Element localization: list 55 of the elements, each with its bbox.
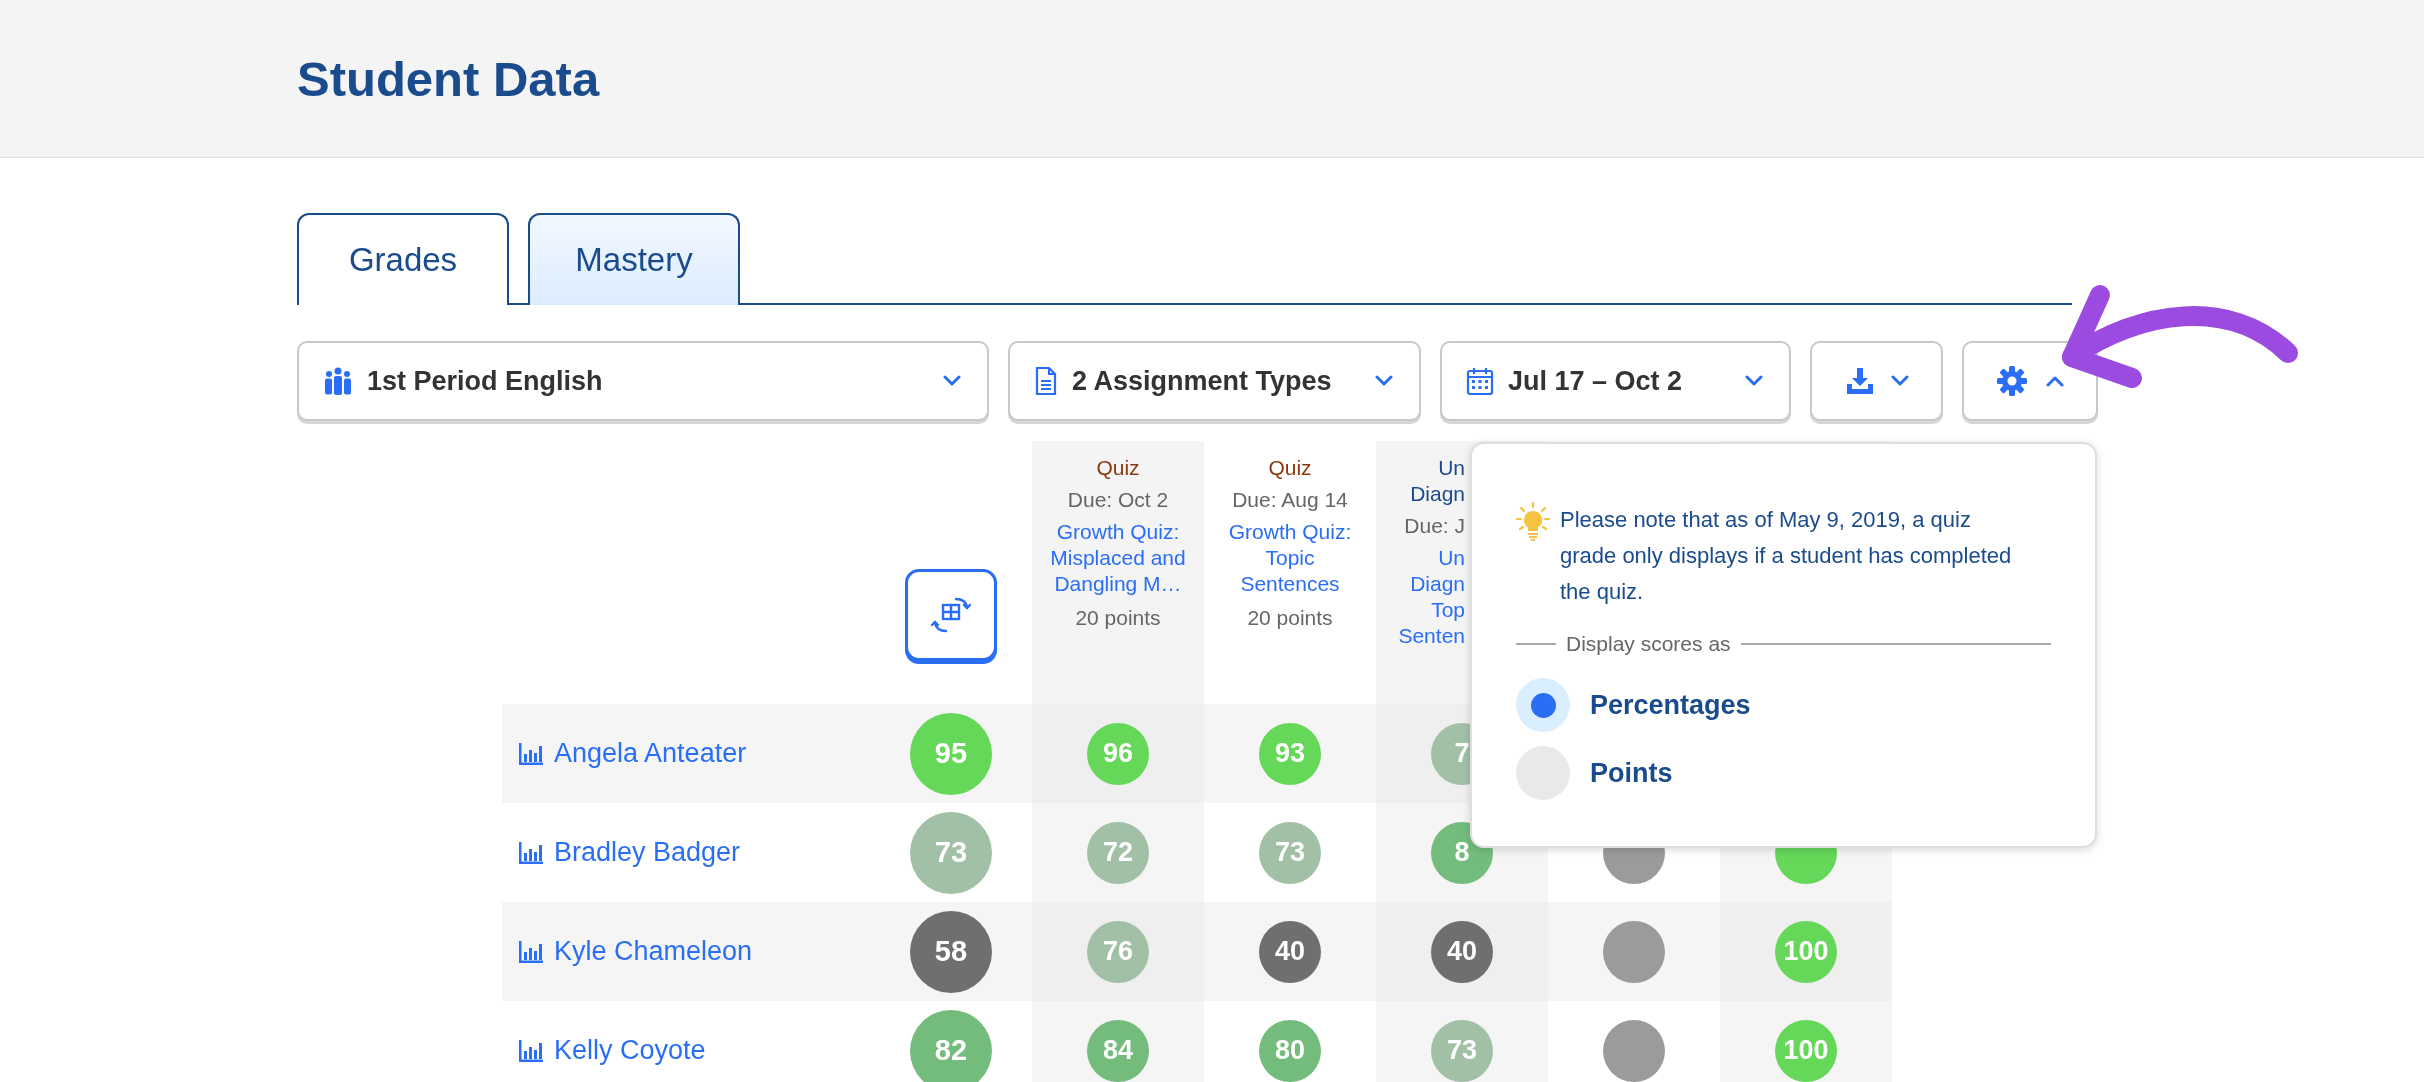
settings-button[interactable]	[1962, 341, 2098, 421]
radio-button[interactable]	[1516, 678, 1570, 732]
page-title: Student Data	[297, 50, 600, 107]
score-badge: 100	[1775, 920, 1837, 983]
lightbulb-icon	[1516, 502, 1550, 542]
section-label: Display scores as	[1566, 632, 1731, 656]
score-badge: 73	[1259, 821, 1321, 884]
download-button[interactable]	[1810, 341, 1943, 421]
radio-option[interactable]: Percentages	[1516, 678, 2051, 732]
bar-chart-icon	[518, 1038, 544, 1063]
tab[interactable]: Grades	[297, 213, 509, 305]
student-link[interactable]: Kelly Coyote	[518, 1035, 706, 1066]
assignment-link[interactable]: Growth Quiz: Misplaced and Dangling M…	[1043, 519, 1193, 597]
assignment-type: Quiz	[1096, 455, 1140, 481]
download-icon	[1844, 366, 1875, 396]
due-date: Due: J	[1404, 513, 1465, 539]
score-badge: 96	[1087, 722, 1149, 785]
student-link[interactable]: Angela Anteater	[518, 738, 747, 769]
radio-option[interactable]: Points	[1516, 746, 2051, 800]
assignment-type: Un Diagn	[1409, 455, 1465, 507]
student-link[interactable]: Bradley Badger	[518, 837, 741, 868]
people-icon	[323, 366, 353, 396]
filter-dropdown[interactable]: 1st Period English	[297, 341, 989, 421]
overall-score: 58	[910, 910, 992, 993]
assignment-link[interactable]: Un Diagn Top Senten	[1379, 545, 1465, 649]
swap-button[interactable]	[905, 569, 997, 661]
due-date: Due: Oct 2	[1067, 487, 1169, 513]
bar-chart-icon	[518, 939, 544, 964]
score-badge: 40	[1431, 920, 1493, 983]
student-link[interactable]: Kyle Chameleon	[518, 936, 753, 967]
score-badge: 80	[1259, 1019, 1321, 1082]
settings-icon	[1996, 365, 2028, 397]
calendar-icon	[1466, 366, 1494, 396]
filter-dropdown[interactable]: Jul 17 – Oct 2	[1440, 341, 1791, 421]
score-badge: 40	[1259, 920, 1321, 983]
assignment-type: Quiz	[1268, 455, 1312, 481]
points-label: 20 points	[1247, 605, 1333, 631]
overall-score: 73	[910, 811, 992, 894]
score-badge: 100	[1775, 1019, 1837, 1082]
score-badge: 72	[1087, 821, 1149, 884]
score-badge: 76	[1087, 920, 1149, 983]
tab[interactable]: Mastery	[528, 213, 740, 305]
score-badge: 84	[1087, 1019, 1149, 1082]
filter-dropdown[interactable]: 2 Assignment Types	[1008, 341, 1421, 421]
bar-chart-icon	[518, 741, 544, 766]
assignment-link[interactable]: Growth Quiz: Topic Sentences	[1215, 519, 1365, 597]
note-text: Please note that as of May 9, 2019, a quiz grade only displays if a student has completed the quiz.	[1560, 506, 2013, 606]
points-label: 20 points	[1075, 605, 1161, 631]
due-date: Due: Aug 14	[1232, 487, 1348, 513]
overall-score: 95	[910, 712, 992, 795]
score-badge: 73	[1431, 1019, 1493, 1082]
score-badge: 93	[1259, 722, 1321, 785]
overall-score: 82	[910, 1009, 992, 1082]
document-icon	[1034, 366, 1058, 396]
bar-chart-icon	[518, 840, 544, 865]
